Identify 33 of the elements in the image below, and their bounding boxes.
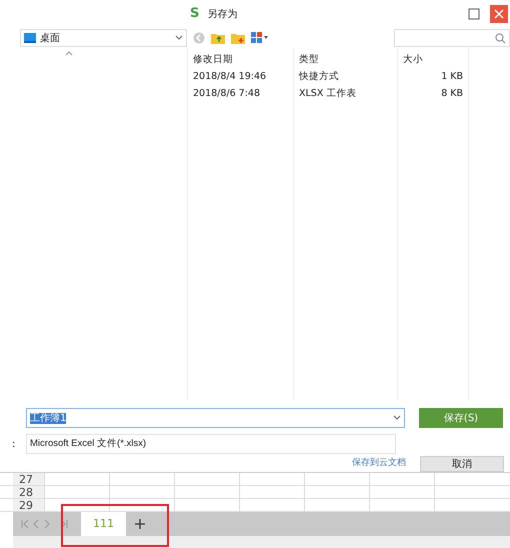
new-folder-icon[interactable] xyxy=(231,32,245,44)
chevron-down-icon xyxy=(175,35,183,41)
desktop-icon xyxy=(24,33,36,43)
add-sheet-button[interactable]: + xyxy=(130,512,150,536)
table-cell-text: 2018/8/6 7:48 xyxy=(192,87,262,102)
maximize-icon[interactable] xyxy=(468,8,480,20)
sort-caret-icon[interactable] xyxy=(64,51,72,56)
table-cell-text: XLSX 工作表 xyxy=(298,87,358,102)
file-type-dropdown[interactable]: Microsoft Excel 文件(*.xlsx) xyxy=(26,434,396,454)
column-header[interactable]: 大小 xyxy=(398,51,468,69)
close-button[interactable] xyxy=(490,5,508,23)
column-header[interactable]: 类型 xyxy=(294,51,397,69)
table-cell-text: 2018/8/4 19:46 xyxy=(192,70,268,84)
window-title: 另存为 xyxy=(207,8,238,22)
search-field[interactable] xyxy=(394,29,510,47)
search-icon xyxy=(495,32,506,44)
chevron-down-icon xyxy=(393,415,401,421)
table-cell-text: 8 KB xyxy=(440,87,464,102)
row-number: 27 xyxy=(13,473,44,485)
file-name-field[interactable]: 工作簿1 xyxy=(26,408,405,428)
column-header[interactable]: 修改日期 xyxy=(188,51,293,69)
close-icon xyxy=(494,9,504,19)
folder-up-icon[interactable] xyxy=(211,32,225,44)
view-grid-icon[interactable] xyxy=(251,32,269,44)
location-dropdown[interactable]: 桌面 xyxy=(20,29,187,47)
cloud-save-link[interactable]: 保存到云文档 xyxy=(352,457,406,471)
cancel-button[interactable]: 取消 xyxy=(420,456,504,472)
table-cell-text: 快捷方式 xyxy=(298,70,340,84)
app-logo: S xyxy=(190,5,200,24)
row-number: 29 xyxy=(13,499,44,511)
field-label: : xyxy=(12,438,16,452)
row-number: 28 xyxy=(13,486,44,498)
table-cell-text: 1 KB xyxy=(440,70,464,84)
